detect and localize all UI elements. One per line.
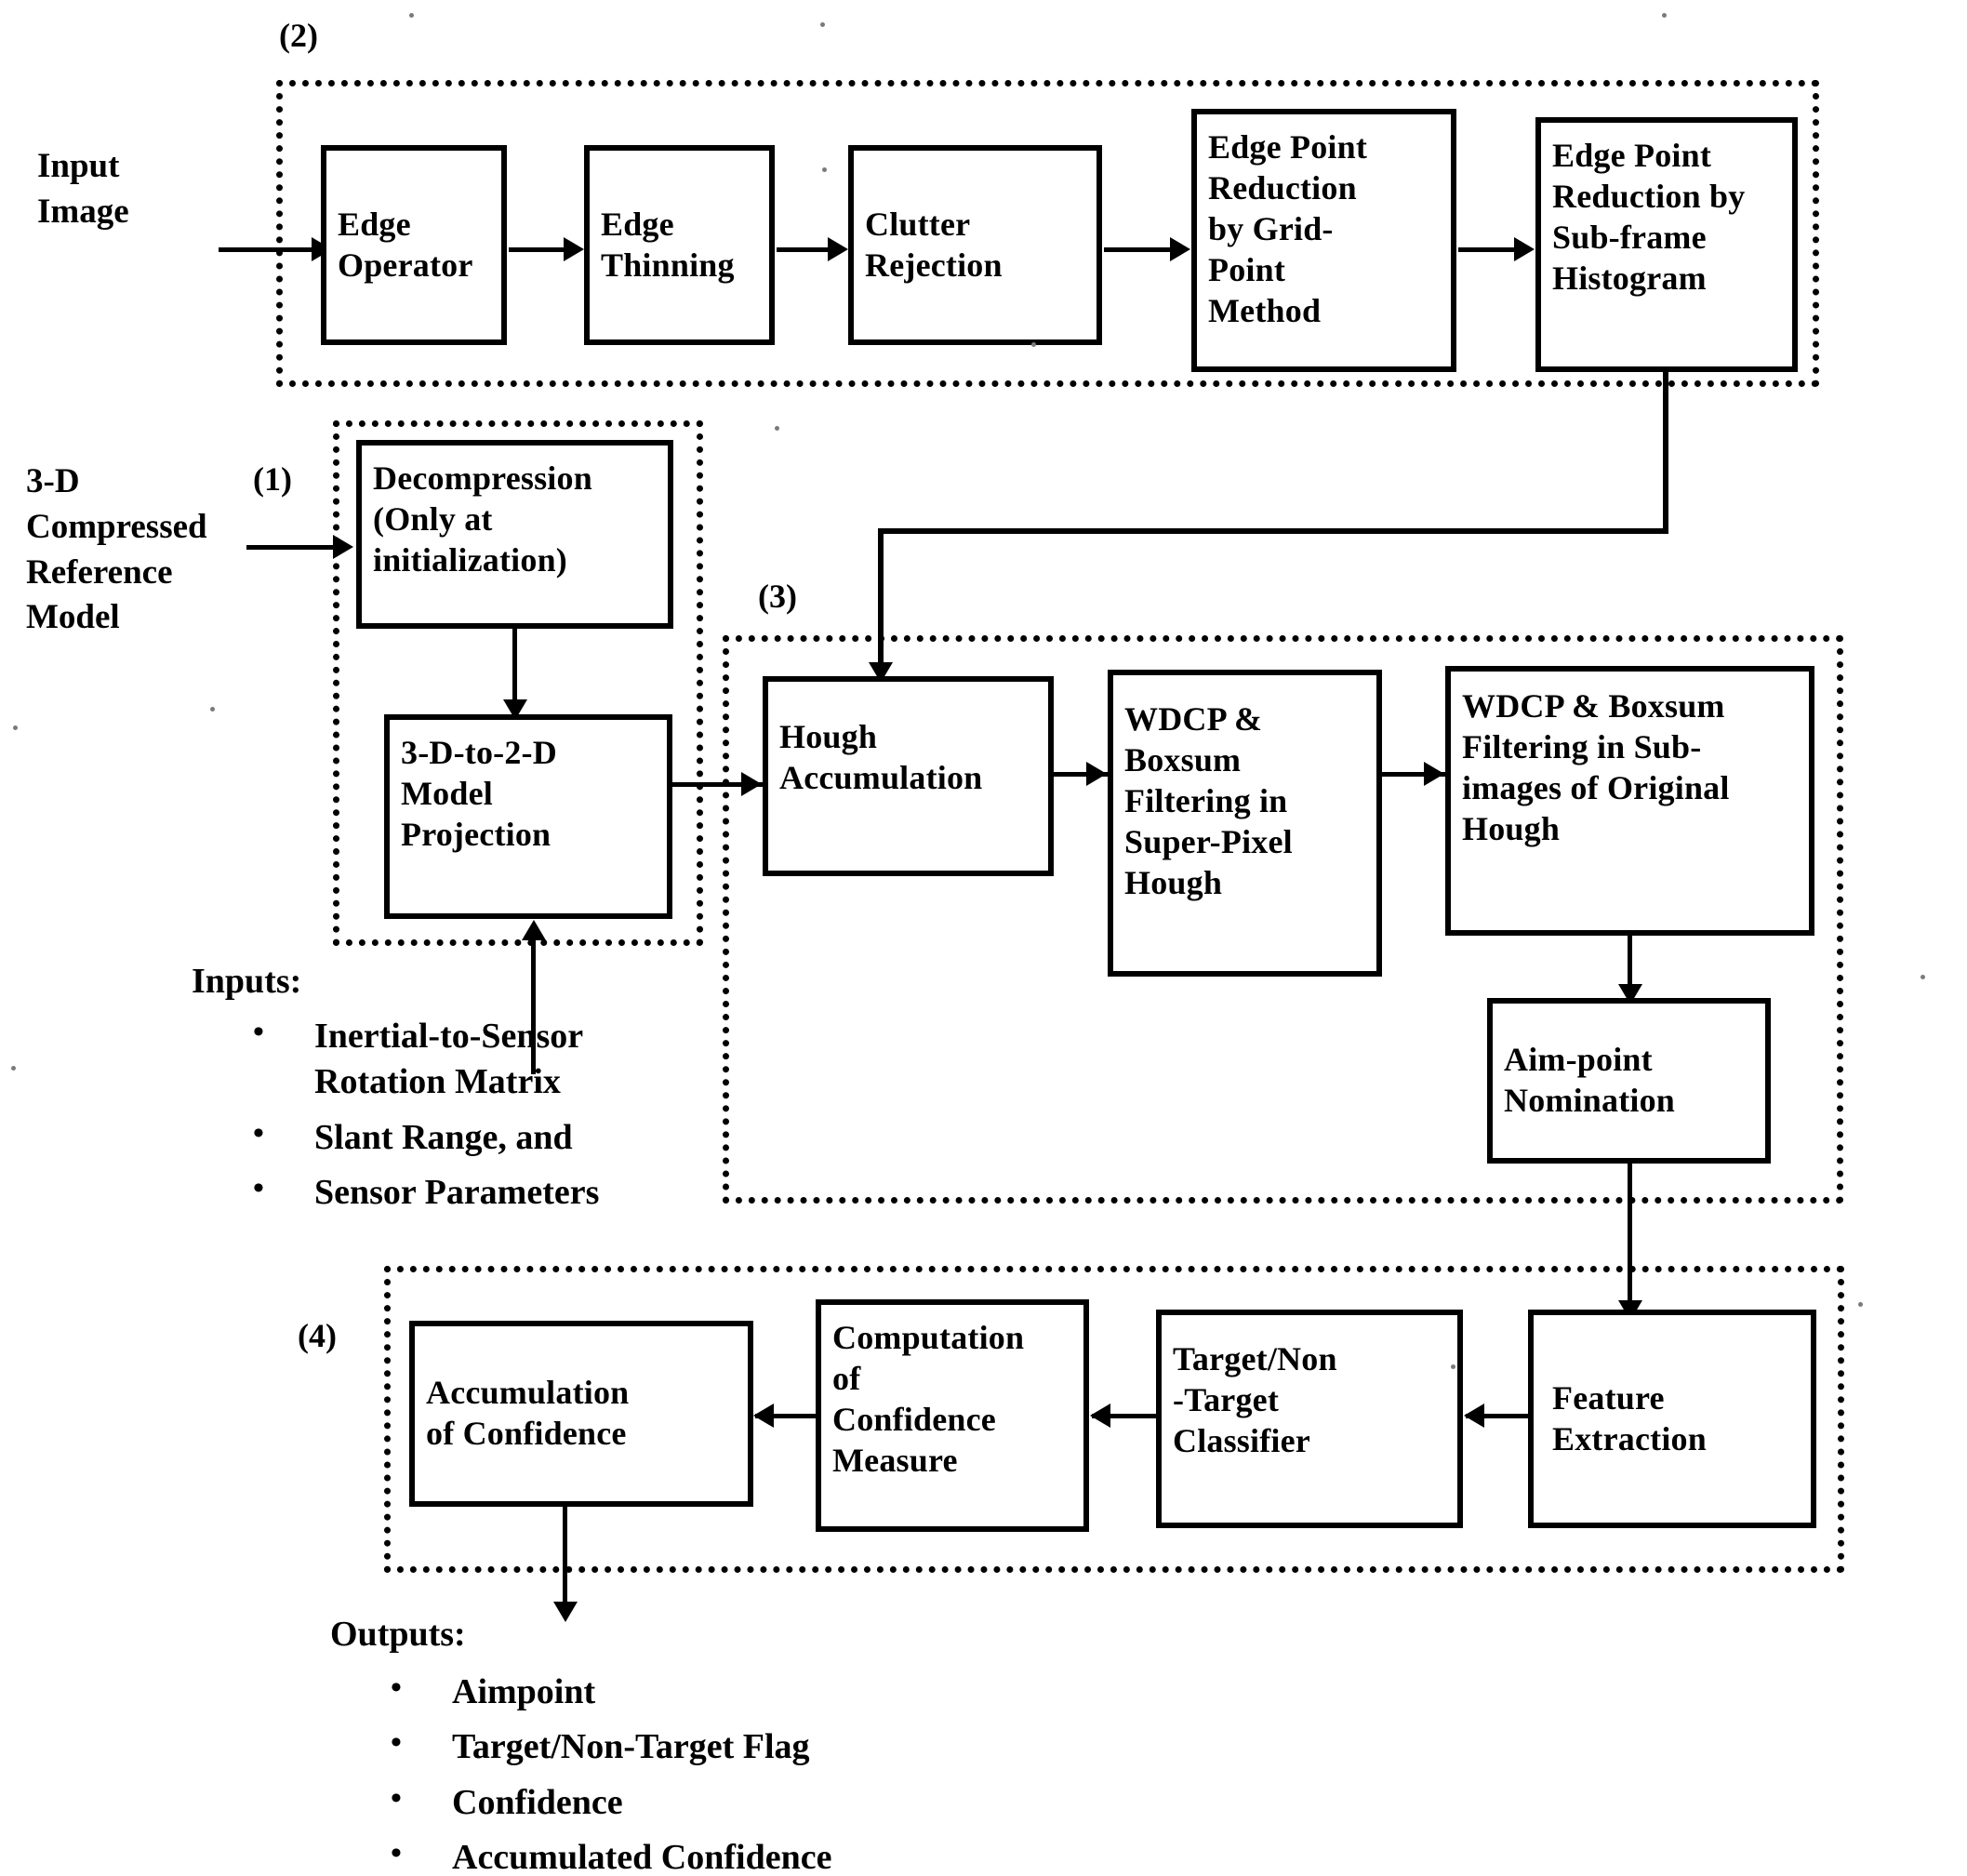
scan-speck <box>11 1066 16 1071</box>
arrowhead-accumulation-to-outputs <box>553 1602 578 1622</box>
box-edge-thinning: Edge Thinning <box>584 145 775 345</box>
box-hough-accumulation-label: Hough Accumulation <box>779 718 983 796</box>
connector-decompression-to-projection <box>512 629 517 706</box>
box-feature-extraction-label: Feature Extraction <box>1552 1378 1707 1457</box>
box-edge-point-reduction-subframe: Edge Point Reduction by Sub-frame Histog… <box>1535 117 1798 372</box>
reference-model-label: 3-D Compressed Reference Model <box>26 462 207 637</box>
box-edge-point-reduction-subframe-label: Edge Point Reduction by Sub-frame Histog… <box>1552 137 1746 297</box>
scan-speck <box>1920 975 1925 979</box>
box-wdcp-subimages-label: WDCP & Boxsum Filtering in Sub- images o… <box>1462 687 1730 847</box>
outputs-list-item: Accumulated Confidence <box>381 1833 831 1876</box>
connector-subframe-left <box>878 528 1668 534</box>
outputs-list-item: Confidence <box>381 1778 831 1826</box>
box-edge-point-reduction-grid: Edge Point Reduction by Grid- Point Meth… <box>1191 109 1456 372</box>
group-1-tag: (1) <box>253 460 292 498</box>
box-hough-accumulation: Hough Accumulation <box>763 676 1054 876</box>
connector-clutter-to-grid-reduction <box>1104 247 1178 252</box>
arrowhead-wdcp-superpixel-to-subimages <box>1424 762 1444 786</box>
box-target-classifier-label: Target/Non -Target Classifier <box>1173 1340 1337 1459</box>
box-model-projection-label: 3-D-to-2-D Model Projection <box>401 734 557 853</box>
arrowhead-reference-model-to-decompression <box>333 535 353 559</box>
scan-speck <box>13 725 18 730</box>
inputs-list-item: Inertial-to-Sensor Rotation Matrix <box>244 1012 599 1106</box>
inputs-heading: Inputs: <box>192 962 302 1001</box>
group-4-tag: (4) <box>298 1317 337 1354</box>
box-wdcp-superpixel-label: WDCP & Boxsum Filtering in Super-Pixel H… <box>1124 700 1293 901</box>
scan-speck <box>1662 13 1667 18</box>
box-edge-operator-label: Edge Operator <box>338 205 473 284</box>
arrowhead-feature-extraction-to-classifier <box>1464 1404 1484 1428</box>
scan-speck <box>775 426 779 431</box>
scan-speck <box>409 13 414 18</box>
box-decompression: Decompression (Only at initialization) <box>356 440 673 629</box>
box-confidence-accumulation-label: Accumulation of Confidence <box>426 1374 630 1452</box>
connector-input-to-edge-operator <box>219 247 321 252</box>
scan-speck <box>820 22 825 27</box>
connector-edge-operator-to-thinning <box>509 247 570 252</box>
input-image-label: Input Image <box>37 147 129 231</box>
arrowhead-classifier-to-confidence-computation <box>1090 1404 1110 1428</box>
arrowhead-confidence-computation-to-accumulation <box>753 1404 774 1428</box>
box-feature-extraction: Feature Extraction <box>1528 1310 1816 1528</box>
box-confidence-accumulation: Accumulation of Confidence <box>409 1321 753 1507</box>
connector-thinning-to-clutter <box>777 247 834 252</box>
box-clutter-rejection: Clutter Rejection <box>848 145 1102 345</box>
scan-speck <box>1858 1302 1863 1307</box>
arrowhead-edge-operator-to-thinning <box>564 237 584 261</box>
group-3-tag: (3) <box>758 578 797 615</box>
scan-speck <box>210 707 215 712</box>
box-wdcp-superpixel: WDCP & Boxsum Filtering in Super-Pixel H… <box>1108 670 1382 977</box>
box-clutter-rejection-label: Clutter Rejection <box>865 205 1003 284</box>
box-edge-point-reduction-grid-label: Edge Point Reduction by Grid- Point Meth… <box>1208 128 1368 329</box>
box-aim-point-nomination-label: Aim-point Nomination <box>1504 1041 1676 1119</box>
arrowhead-thinning-to-clutter <box>828 237 848 261</box>
diagram-canvas: (2) Input Image Edge Operator Edge Thinn… <box>0 0 1967 1876</box>
box-edge-operator: Edge Operator <box>321 145 507 345</box>
arrowhead-hough-to-wdcp-superpixel <box>1086 762 1107 786</box>
scan-speck <box>1031 342 1036 347</box>
inputs-list-item: Slant Range, and <box>244 1113 599 1161</box>
box-confidence-computation-label: Computation of Confidence Measure <box>832 1319 1025 1479</box>
box-model-projection: 3-D-to-2-D Model Projection <box>384 714 672 919</box>
box-confidence-computation: Computation of Confidence Measure <box>816 1299 1089 1532</box>
box-wdcp-subimages: WDCP & Boxsum Filtering in Sub- images o… <box>1445 666 1814 936</box>
scan-speck <box>822 167 827 172</box>
box-edge-thinning-label: Edge Thinning <box>601 205 735 284</box>
connector-accumulation-to-outputs <box>563 1507 567 1611</box>
box-target-classifier: Target/Non -Target Classifier <box>1156 1310 1463 1528</box>
outputs-list-item: Target/Non-Target Flag <box>381 1723 831 1770</box>
arrowhead-inputs-to-projection <box>522 920 546 940</box>
outputs-heading: Outputs: <box>330 1615 466 1654</box>
box-decompression-label: Decompression (Only at initialization) <box>373 459 592 579</box>
arrowhead-grid-to-subframe-reduction <box>1514 237 1535 261</box>
outputs-list: Aimpoint Target/Non-Target Flag Confiden… <box>381 1668 831 1876</box>
scan-speck <box>1451 1364 1455 1369</box>
outputs-list-item: Aimpoint <box>381 1668 831 1715</box>
box-aim-point-nomination: Aim-point Nomination <box>1487 998 1771 1164</box>
group-2-tag: (2) <box>279 17 318 54</box>
inputs-list-item: Sensor Parameters <box>244 1168 599 1216</box>
inputs-list: Inertial-to-Sensor Rotation Matrix Slant… <box>244 1012 599 1226</box>
arrowhead-clutter-to-grid-reduction <box>1170 237 1190 261</box>
connector-subframe-down <box>1663 370 1668 533</box>
